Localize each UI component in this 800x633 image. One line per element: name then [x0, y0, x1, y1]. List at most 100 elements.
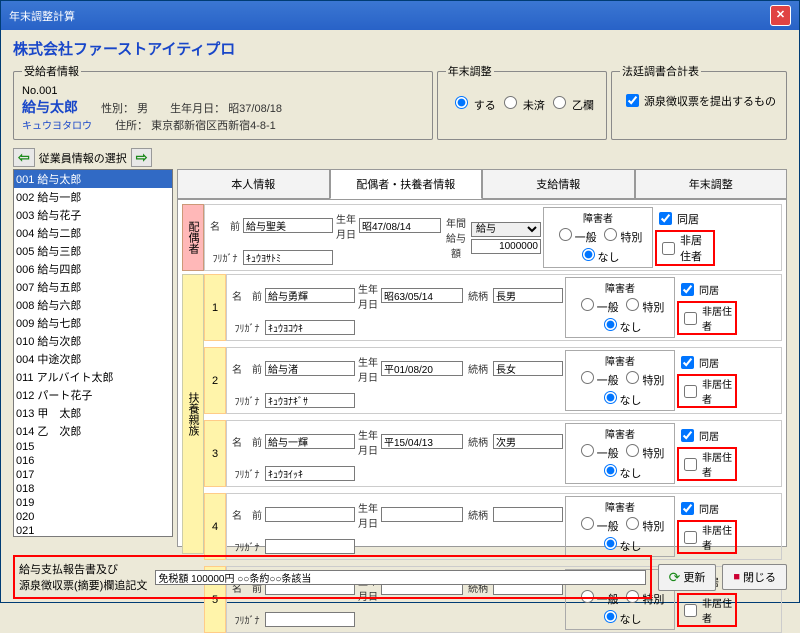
list-item[interactable]: 010 給与次郎 — [14, 332, 172, 350]
dep-birth-input[interactable] — [381, 288, 463, 303]
annual-amount-input[interactable] — [471, 239, 541, 254]
annual-label: 年間給与額 — [443, 215, 469, 260]
statutory-group: 法廷調書合計表 源泉徴収票を提出するもの — [611, 63, 787, 140]
recipient-group: 受給者情報 No.001 給与太郎 性別： 男 生年月日： 昭37/08/18 … — [13, 63, 433, 140]
list-item[interactable]: 002 給与一郎 — [14, 188, 172, 206]
list-item[interactable]: 018 — [14, 482, 172, 496]
nonresident-checkbox[interactable]: 非居住者 — [677, 447, 737, 481]
dep-num: 4 — [204, 493, 226, 560]
list-item[interactable]: 007 給与五郎 — [14, 278, 172, 296]
list-item[interactable]: 015 — [14, 440, 172, 454]
list-item[interactable]: 016 — [14, 454, 172, 468]
cohabit-checkbox[interactable]: 同居 — [677, 280, 737, 299]
refresh-icon: ⟳ — [669, 569, 681, 586]
dep-num: 2 — [204, 347, 226, 414]
dep-kana-input[interactable] — [265, 393, 355, 408]
update-button[interactable]: ⟳更新 — [658, 564, 717, 591]
nonresident-checkbox[interactable]: 非居住者 — [677, 520, 737, 554]
dep-name-input[interactable] — [265, 288, 355, 303]
list-item[interactable]: 005 給与三郎 — [14, 242, 172, 260]
list-item[interactable]: 008 給与六郎 — [14, 296, 172, 314]
nonresident-checkbox[interactable]: 非居住者 — [677, 374, 737, 408]
dep-birth-input[interactable] — [381, 507, 463, 522]
spouse-name-input[interactable] — [243, 218, 333, 233]
list-item[interactable]: 004 給与二郎 — [14, 224, 172, 242]
dep-num: 3 — [204, 420, 226, 487]
nonresident-checkbox[interactable]: 非居住者 — [677, 593, 737, 627]
close-icon: ■ — [733, 571, 740, 583]
tab-payment[interactable]: 支給情報 — [482, 169, 635, 199]
recipient-name: 給与太郎 — [22, 99, 78, 115]
spouse-kana-input[interactable] — [243, 250, 333, 265]
cohabit-checkbox[interactable]: 同居 — [677, 426, 737, 445]
list-item[interactable]: 014 乙 次郎 — [14, 422, 172, 440]
remark-input[interactable] — [155, 570, 645, 585]
list-item[interactable]: 009 給与七郎 — [14, 314, 172, 332]
employee-list[interactable]: 001 給与太郎002 給与一郎003 給与花子004 給与二郎005 給与三郎… — [13, 169, 173, 537]
recipient-legend: 受給者情報 — [22, 63, 81, 79]
dep-rel-input[interactable] — [493, 434, 563, 449]
cohabit-checkbox[interactable]: 同居 — [677, 499, 737, 518]
list-item[interactable]: 021 — [14, 524, 172, 537]
withholding-checkbox[interactable]: 源泉徴収票を提出するもの — [622, 91, 776, 110]
birth-label: 生年月日 — [335, 211, 357, 241]
next-button[interactable]: ⇨ — [131, 148, 153, 167]
recipient-no: No.001 — [22, 85, 424, 97]
dep-rel-input[interactable] — [493, 507, 563, 522]
dep-name-input[interactable] — [265, 434, 355, 449]
dep-name-input[interactable] — [265, 361, 355, 376]
dep-rel-input[interactable] — [493, 361, 563, 376]
tab-dependents[interactable]: 配偶者・扶養者情報 — [330, 169, 483, 199]
dep-rel-input[interactable] — [493, 288, 563, 303]
spouse-label: 配偶者 — [182, 204, 204, 271]
list-item[interactable]: 004 中途次郎 — [14, 350, 172, 368]
nonresident-checkbox[interactable]: 非居住者 — [677, 301, 737, 335]
list-item[interactable]: 017 — [14, 468, 172, 482]
list-item[interactable]: 012 パート花子 — [14, 386, 172, 404]
disability-group: 障害者 一般 特別 なし — [543, 207, 653, 268]
recipient-addr: 住所： 東京都新宿区西新宿4-8-1 — [115, 117, 276, 133]
close-button[interactable]: ■閉じる — [722, 564, 787, 590]
list-item[interactable]: 019 — [14, 496, 172, 510]
cohabit-checkbox[interactable]: 同居 — [677, 353, 737, 372]
list-item[interactable]: 013 甲 太郎 — [14, 404, 172, 422]
dep-kana-input[interactable] — [265, 612, 355, 627]
tab-self[interactable]: 本人情報 — [177, 169, 330, 199]
radio-general[interactable]: 一般 — [554, 232, 597, 244]
nonresident-checkbox[interactable]: 非居住者 — [655, 230, 715, 266]
recipient-kana: キュウヨタロウ — [22, 121, 92, 132]
name-label: 名 前 — [209, 218, 241, 233]
dep-birth-input[interactable] — [381, 361, 463, 376]
dep-birth-input[interactable] — [381, 434, 463, 449]
salary-type-select[interactable]: 給与 — [471, 222, 541, 237]
radio-none[interactable]: なし — [577, 252, 620, 264]
prev-button[interactable]: ⇦ — [13, 148, 35, 167]
dep-kana-input[interactable] — [265, 539, 355, 554]
list-item[interactable]: 001 給与太郎 — [14, 170, 172, 188]
spouse-birth-input[interactable] — [359, 218, 441, 233]
radio-undone[interactable]: 未済 — [499, 100, 545, 112]
dep-kana-input[interactable] — [265, 466, 355, 481]
window-title: 年末調整計算 — [9, 8, 75, 24]
close-icon[interactable]: ✕ — [770, 5, 791, 26]
recipient-gender-birth: 性別： 男 生年月日： 昭37/08/18 — [101, 100, 282, 116]
kana-label: ﾌﾘｶﾞﾅ — [209, 250, 241, 265]
yearend-group: 年末調整 する 未済 乙欄 — [437, 63, 607, 140]
list-item[interactable]: 006 給与四郎 — [14, 260, 172, 278]
cohabit-checkbox[interactable]: 同居 — [655, 209, 715, 228]
dep-kana-input[interactable] — [265, 320, 355, 335]
list-item[interactable]: 011 アルバイト太郎 — [14, 368, 172, 386]
statutory-legend: 法廷調書合計表 — [620, 63, 701, 79]
dependents-label: 扶養親族 — [182, 274, 204, 554]
remark-label: 給与支払報告書及び 源泉徴収票(摘要)欄追記文 — [19, 561, 147, 593]
list-item[interactable]: 003 給与花子 — [14, 206, 172, 224]
yearend-legend: 年末調整 — [446, 63, 494, 79]
list-item[interactable]: 020 — [14, 510, 172, 524]
radio-do[interactable]: する — [450, 100, 496, 112]
tab-adjustment[interactable]: 年末調整 — [635, 169, 788, 199]
select-label: 従業員情報の選択 — [39, 150, 127, 166]
dep-name-input[interactable] — [265, 507, 355, 522]
radio-skip[interactable]: 乙欄 — [548, 100, 594, 112]
radio-special[interactable]: 特別 — [599, 232, 642, 244]
company-name: 株式会社ファーストアイティプロ — [1, 30, 799, 63]
